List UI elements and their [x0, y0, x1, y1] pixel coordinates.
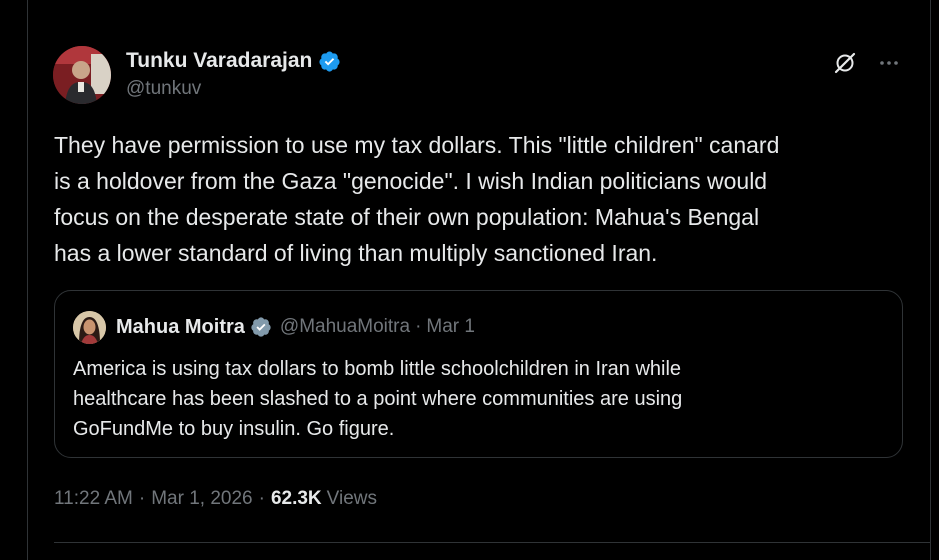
quote-text: America is using tax dollars to bomb lit… [73, 358, 683, 440]
verified-badge-icon[interactable] [318, 50, 341, 73]
author-avatar-image [53, 46, 111, 104]
views-count[interactable]: 62.3K [271, 488, 322, 510]
tweet-meta: 11:22 AM · Mar 1, 2026 · 62.3K Views [54, 488, 377, 510]
author-handle[interactable]: @tunkuv [126, 78, 341, 100]
quoted-tweet-card[interactable]: Mahua Moitra @MahuaMoitra · Mar 1 Americ… [54, 290, 903, 458]
author-display-name[interactable]: Tunku Varadarajan [126, 49, 312, 73]
quote-author-avatar-image [73, 311, 106, 344]
quote-separator: · [415, 316, 422, 337]
quote-date[interactable]: Mar 1 [426, 316, 475, 338]
author-name-row: Tunku Varadarajan [126, 46, 341, 76]
divider [54, 542, 931, 543]
tweet-text: They have permission to use my tax dolla… [54, 132, 780, 266]
quote-author-name[interactable]: Mahua Moitra [116, 316, 245, 339]
tweet-time[interactable]: 11:22 AM [54, 488, 133, 510]
quote-header: Mahua Moitra @MahuaMoitra · Mar 1 [116, 313, 475, 341]
tweet-date[interactable]: Mar 1, 2026 [151, 488, 252, 510]
meta-separator: · [138, 488, 146, 509]
author-block: Tunku Varadarajan @tunkuv [126, 46, 341, 100]
author-avatar[interactable] [53, 46, 111, 104]
meta-separator: · [258, 488, 265, 509]
more-icon[interactable] [876, 50, 902, 76]
verified-badge-icon[interactable] [250, 316, 272, 338]
quote-author-avatar[interactable] [73, 311, 106, 344]
views-label: Views [326, 488, 377, 509]
quote-author-handle[interactable]: @MahuaMoitra [280, 316, 410, 338]
tweet-top-actions [832, 50, 902, 76]
grok-icon[interactable] [832, 50, 858, 76]
